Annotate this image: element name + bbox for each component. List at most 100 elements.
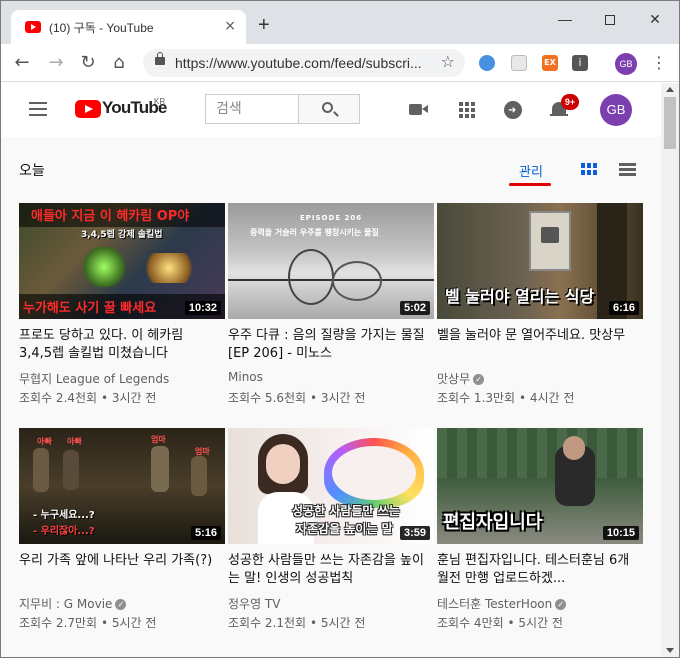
- section-title: 오늘: [19, 163, 45, 179]
- video-title[interactable]: 프로도 당하고 있다. 이 헤카림 3,4,5렙 솔킬법 미쳤습니다: [19, 327, 219, 363]
- view-count: 조회수 1.3만회: [437, 391, 516, 405]
- separator-dot: •: [100, 391, 109, 405]
- upload-time: 3시간 전: [320, 391, 366, 405]
- window-minimize-button[interactable]: —: [550, 9, 580, 29]
- channel-name[interactable]: Minos: [228, 370, 263, 384]
- video-thumbnail[interactable]: 편집자입니다 10:15: [437, 428, 643, 544]
- channel-name-text[interactable]: 맛상무: [437, 372, 470, 386]
- separator-dot: •: [309, 391, 318, 405]
- extension-ex-icon[interactable]: EX: [542, 55, 558, 71]
- thumbnail-label: 아빠: [67, 437, 82, 446]
- video-meta: 조회수 2.7만회 • 5시간 전: [19, 614, 156, 631]
- youtube-logo-icon[interactable]: [75, 100, 101, 118]
- extension-globe-icon[interactable]: [479, 55, 495, 71]
- window-maximize-button[interactable]: [595, 9, 625, 29]
- channel-name-text[interactable]: 테스터훈 TesterHoon: [437, 597, 552, 611]
- video-duration: 5:02: [399, 301, 430, 315]
- scroll-up-arrow-icon[interactable]: [666, 87, 674, 92]
- video-thumbnail[interactable]: 애들아 지금 이 헤카림 OP야 3,4,5렙 강제 솔킬법 누가해도 사기 꿀…: [19, 203, 225, 319]
- thumbnail-caption-mid: 3,4,5렙 강제 솔킬법: [81, 230, 163, 240]
- page-scrollbar[interactable]: [661, 83, 679, 657]
- home-icon[interactable]: ⌂: [108, 52, 130, 74]
- video-meta: 조회수 4만회 • 5시간 전: [437, 614, 563, 631]
- video-title[interactable]: 우주 다큐 : 음의 질량을 가지는 물질 [EP 206] - 미노스: [228, 327, 428, 363]
- video-duration: 10:15: [602, 526, 639, 540]
- reload-icon[interactable]: ↻: [77, 52, 99, 74]
- subscriptions-feed: 오늘 관리 애들아 지금 이 헤카림 OP야 3,4,5렙 강제 솔킬법 누가해…: [1, 137, 661, 657]
- video-title[interactable]: 우리 가족 앞에 나타난 우리 가족(?): [19, 552, 219, 570]
- channel-name[interactable]: 무협지 League of Legends: [19, 370, 169, 387]
- video-title[interactable]: 훈님 편집자입니다. 테스터훈님 6개월전 만행 업로드하겠...: [437, 552, 637, 588]
- upload-time: 5시간 전: [320, 616, 366, 630]
- bookmark-star-icon[interactable]: ☆: [441, 52, 455, 71]
- thumbnail-caption-line2: 자존감을 높이는 말: [296, 522, 393, 536]
- channel-name-text[interactable]: 정우영 TV: [228, 597, 280, 611]
- upload-video-icon[interactable]: [408, 99, 430, 121]
- video-meta: 조회수 5.6천회 • 3시간 전: [228, 389, 365, 406]
- video-thumbnail[interactable]: 성공한 사람들만 쓰는 자존감을 높이는 말 3:59: [228, 428, 434, 544]
- search-input[interactable]: [206, 95, 298, 123]
- scroll-down-arrow-icon[interactable]: [666, 648, 674, 653]
- forward-arrow-icon[interactable]: →: [45, 52, 67, 74]
- view-count: 조회수 4만회: [437, 616, 504, 630]
- channel-name[interactable]: 정우영 TV: [228, 595, 280, 612]
- view-count: 조회수 5.6천회: [228, 391, 307, 405]
- thumbnail-episode-label: EPISODE 206: [300, 214, 363, 222]
- verified-check-icon: ✓: [115, 599, 127, 610]
- manage-link[interactable]: 관리: [519, 161, 543, 180]
- channel-name[interactable]: 지무비 : G Movie ✓: [19, 595, 127, 612]
- channel-name[interactable]: 맛상무 ✓: [437, 370, 485, 387]
- thumbnail-caption-bottom: 편집자입니다: [443, 512, 543, 533]
- browser-menu-icon[interactable]: ⋮: [651, 52, 667, 74]
- upload-time: 5시간 전: [111, 616, 157, 630]
- video-duration: 5:16: [190, 526, 221, 540]
- thumbnail-label: 아빠: [37, 437, 52, 446]
- url-text[interactable]: https://www.youtube.com/feed/subscri...: [175, 55, 425, 71]
- youtube-favicon-icon: [25, 21, 41, 33]
- notification-count-badge: 9+: [561, 94, 579, 110]
- apps-grid-icon[interactable]: [456, 99, 478, 121]
- channel-name-text[interactable]: 무협지 League of Legends: [19, 372, 169, 386]
- browser-window: (10) 구독 - YouTube × + — ✕ ← → ↻ ⌂ https:…: [0, 0, 680, 658]
- tab-strip: (10) 구독 - YouTube × + — ✕: [1, 1, 679, 44]
- list-view-icon[interactable]: [619, 163, 636, 176]
- manage-underline: [509, 183, 551, 186]
- grid-view-icon[interactable]: [581, 163, 597, 175]
- upload-time: 5시간 전: [518, 616, 563, 630]
- lock-icon: [155, 52, 165, 65]
- thumbnail-caption-line1: 성공한 사람들만 쓰는: [292, 504, 400, 518]
- video-title[interactable]: 벨을 눌러야 문 열어주네요. 맛상무: [437, 327, 637, 345]
- search-button[interactable]: [298, 95, 359, 123]
- address-bar[interactable]: https://www.youtube.com/feed/subscri... …: [143, 49, 465, 77]
- maximize-icon: [605, 15, 615, 26]
- account-avatar[interactable]: GB: [600, 94, 632, 126]
- separator-dot: •: [100, 616, 109, 630]
- search-box: [205, 94, 360, 124]
- hamburger-menu-icon[interactable]: [29, 102, 47, 116]
- video-thumbnail[interactable]: EPISODE 206 중력을 거슬러 우주를 팽창시키는 물질 5:02: [228, 203, 434, 319]
- extension-window-icon[interactable]: [511, 55, 527, 71]
- tab-close-icon[interactable]: ×: [224, 18, 236, 34]
- messages-share-icon[interactable]: ➜: [502, 99, 524, 121]
- channel-name-text[interactable]: Minos: [228, 370, 263, 384]
- browser-tab-youtube[interactable]: (10) 구독 - YouTube ×: [11, 10, 246, 44]
- channel-name-text[interactable]: 지무비 : G Movie: [19, 597, 112, 611]
- youtube-header: YouTube KR ➜ 9+ GB: [1, 83, 661, 137]
- back-arrow-icon[interactable]: ←: [11, 52, 33, 74]
- scrollbar-thumb[interactable]: [664, 97, 676, 149]
- separator-dot: •: [309, 616, 318, 630]
- thumbnail-subtitle-2: - 우리잖아...?: [33, 526, 95, 537]
- view-count: 조회수 2.1천회: [228, 616, 307, 630]
- browser-profile-avatar[interactable]: GB: [615, 53, 637, 75]
- video-meta: 조회수 2.1천회 • 5시간 전: [228, 614, 365, 631]
- extension-info-icon[interactable]: i: [572, 55, 588, 71]
- new-tab-button[interactable]: +: [258, 15, 270, 35]
- video-meta: 조회수 1.3만회 • 4시간 전: [437, 389, 574, 406]
- video-meta: 조회수 2.4천회 • 3시간 전: [19, 389, 156, 406]
- window-close-button[interactable]: ✕: [640, 9, 670, 29]
- browser-toolbar: ← → ↻ ⌂ https://www.youtube.com/feed/sub…: [1, 44, 679, 82]
- video-title[interactable]: 성공한 사람들만 쓰는 자존감을 높이는 말! 인생의 성공법칙: [228, 552, 428, 588]
- video-thumbnail[interactable]: 벨 눌러야 열리는 식당 6:16: [437, 203, 643, 319]
- video-thumbnail[interactable]: 아빠 아빠 엄마 엄마 - 누구세요...? - 우리잖아...? 5:16: [19, 428, 225, 544]
- channel-name[interactable]: 테스터훈 TesterHoon ✓: [437, 595, 567, 612]
